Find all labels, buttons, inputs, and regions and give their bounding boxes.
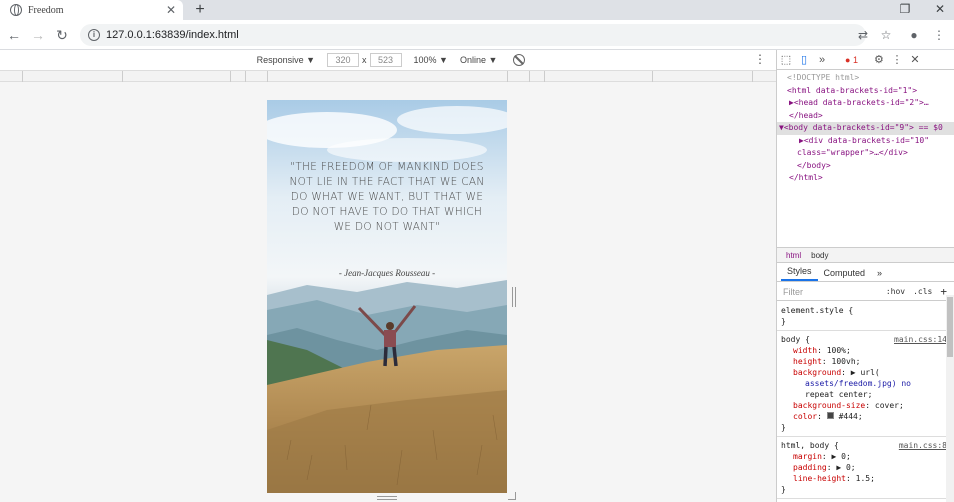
address-bar[interactable]: i 127.0.0.1:63839/index.html	[80, 24, 866, 46]
element-style-rule[interactable]: element.style { }	[777, 302, 947, 331]
devtools-toolbar: ⬚ ▯ » ● 1 ⚙ ⋮ ✕	[777, 50, 954, 70]
emulated-viewport-area: "The freedom of mankind does not lie in …	[0, 82, 776, 502]
dom-div-wrapper-class[interactable]: class="wrapper">…</div>	[777, 147, 954, 160]
css-property: background: ▶ url(	[793, 368, 880, 377]
error-count-badge[interactable]: ● 1	[845, 55, 858, 65]
tab-strip: Freedom ✕ + ❐ ✕	[0, 0, 954, 20]
body-rule-source-link[interactable]: main.css:14	[894, 334, 947, 345]
styles-pane: element.style { } body { main.css:14 wid…	[777, 302, 947, 499]
devtools-menu-icon[interactable]: ⋮	[888, 53, 906, 66]
zoom-dropdown[interactable]: 100% ▼	[414, 55, 448, 65]
css-property: color: #444;	[793, 412, 863, 421]
device-toggle-icon[interactable]: ▯	[795, 53, 813, 66]
height-input[interactable]: 523	[369, 53, 402, 67]
device-toolbar: Responsive ▼ 320 x 523 100% ▼ Online ▼ ⋮	[0, 50, 776, 70]
css-property: height: 100vh;	[793, 357, 861, 366]
cls-toggle[interactable]: .cls	[913, 287, 932, 296]
inspect-element-icon[interactable]: ⬚	[777, 53, 795, 66]
resize-handle-bottom[interactable]	[377, 496, 397, 500]
quote-text: "The freedom of mankind does not lie in …	[289, 161, 485, 233]
network-dropdown[interactable]: Online ▼	[460, 55, 497, 65]
freedom-background-image	[267, 100, 507, 493]
styles-filter-bar: Filter :hov .cls +	[777, 283, 954, 301]
settings-gear-icon[interactable]: ⚙	[870, 53, 888, 66]
body-rule-close: }	[781, 423, 786, 432]
color-swatch[interactable]	[826, 412, 834, 419]
breadcrumb-body[interactable]: body	[806, 251, 833, 260]
responsive-dropdown[interactable]: Responsive ▼	[257, 55, 315, 65]
tab-computed[interactable]: Computed	[818, 268, 872, 281]
device-screen: "The freedom of mankind does not lie in …	[267, 100, 507, 493]
css-property-continued: repeat center;	[805, 390, 873, 399]
dom-head-close[interactable]: </head>	[777, 110, 954, 123]
tab-close-icon[interactable]: ✕	[163, 3, 179, 17]
dom-html-close[interactable]: </html>	[777, 172, 954, 185]
media-query-ruler[interactable]	[0, 70, 776, 82]
back-icon[interactable]: ←	[4, 25, 24, 45]
url-text[interactable]: 127.0.0.1:63839/index.html	[106, 29, 239, 41]
restore-window-icon[interactable]: ❐	[891, 0, 919, 20]
element-style-close: }	[781, 317, 786, 326]
css-property: line-height: 1.5;	[793, 474, 875, 483]
quote-author: - Jean-Jacques Rousseau -	[338, 268, 436, 278]
dom-tree: <!DOCTYPE html> <html data-brackets-id="…	[777, 70, 954, 185]
dom-breadcrumb: html body	[777, 247, 954, 263]
rotate-icon[interactable]	[513, 54, 526, 66]
browser-menu-icon[interactable]: ⋮	[930, 26, 948, 44]
html-body-source-link[interactable]: main.css:8	[899, 440, 947, 451]
tab-title: Freedom	[28, 4, 64, 16]
devtools-panel: ⬚ ▯ » ● 1 ⚙ ⋮ ✕ <!DOCTYPE html> <html da…	[776, 50, 954, 502]
subtabs-more-icon[interactable]: »	[871, 268, 888, 281]
error-count: 1	[852, 54, 858, 65]
dom-div-wrapper[interactable]: ▶<div data-brackets-id="10"	[777, 135, 954, 148]
dom-head[interactable]: ▶<head data-brackets-id="2">…	[777, 97, 954, 110]
styles-scrollbar[interactable]	[946, 295, 954, 502]
body-rule[interactable]: body { main.css:14 width: 100%; height: …	[777, 331, 947, 437]
browser-tab[interactable]: Freedom ✕	[0, 0, 183, 20]
dimension-separator: x	[362, 55, 367, 65]
tab-styles[interactable]: Styles	[781, 266, 818, 281]
dom-doctype[interactable]: <!DOCTYPE html>	[777, 72, 954, 85]
dom-body-selected[interactable]: ▼<body data-brackets-id="9"> == $0	[777, 122, 954, 135]
devtools-close-icon[interactable]: ✕	[906, 53, 924, 66]
css-property: width: 100%;	[793, 346, 851, 355]
breadcrumb-html[interactable]: html	[781, 251, 806, 260]
info-icon[interactable]: i	[88, 29, 100, 41]
styles-subtabs: Styles Computed »	[777, 264, 954, 282]
browser-toolbar: ← → ↻ i 127.0.0.1:63839/index.html ⇄ ☆ ●…	[0, 20, 954, 50]
bookmark-star-icon[interactable]: ☆	[877, 26, 895, 44]
html-body-rule-close: }	[781, 485, 786, 494]
css-property-continued: assets/freedom.jpg) no	[805, 379, 911, 388]
translate-icon[interactable]: ⇄	[854, 26, 872, 44]
element-style-selector: element.style {	[781, 306, 854, 315]
scrollbar-thumb[interactable]	[947, 297, 953, 357]
new-tab-button[interactable]: +	[190, 0, 210, 20]
resize-handle-right[interactable]	[512, 287, 516, 307]
dom-body-close[interactable]: </body>	[777, 160, 954, 173]
css-property: margin: ▶ 0;	[793, 452, 851, 461]
forward-icon[interactable]: →	[28, 25, 48, 45]
globe-icon	[10, 4, 22, 16]
html-body-rule[interactable]: html, body { main.css:8 margin: ▶ 0; pad…	[777, 437, 947, 499]
reload-icon[interactable]: ↻	[52, 25, 72, 45]
width-input[interactable]: 320	[327, 53, 360, 67]
styles-filter-input[interactable]: Filter	[777, 287, 886, 297]
resize-handle-corner[interactable]	[508, 492, 516, 500]
dom-html-open[interactable]: <html data-brackets-id="1">	[777, 85, 954, 98]
css-property: padding: ▶ 0;	[793, 463, 856, 472]
profile-icon[interactable]: ●	[905, 26, 923, 44]
hov-toggle[interactable]: :hov	[886, 287, 905, 296]
device-more-icon[interactable]: ⋮	[754, 52, 766, 66]
close-window-icon[interactable]: ✕	[926, 0, 954, 20]
more-tabs-icon[interactable]: »	[813, 54, 831, 66]
css-property: background-size: cover;	[793, 401, 904, 410]
